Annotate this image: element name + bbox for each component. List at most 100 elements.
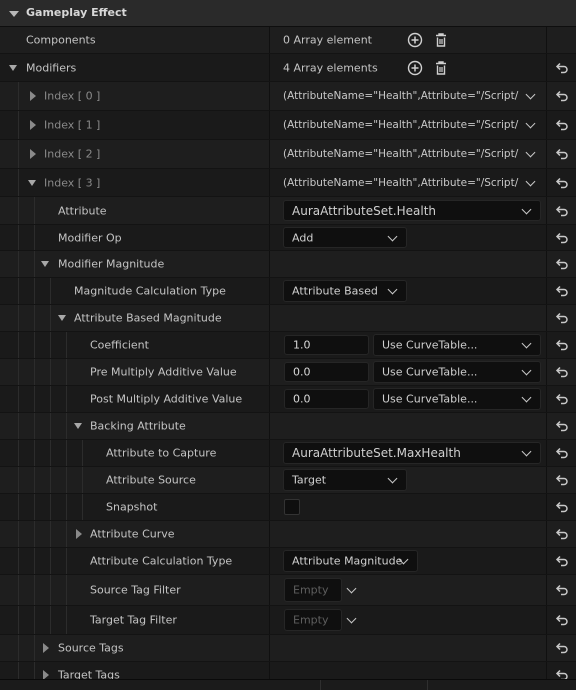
reset-to-default-icon[interactable] [555, 554, 569, 568]
attribute-calc-type-row: Attribute Calculation Type Attribute Mag… [0, 548, 576, 575]
chevron-down-icon [521, 204, 532, 214]
reset-to-default-icon[interactable] [555, 176, 569, 190]
reset-to-default-icon[interactable] [555, 583, 569, 597]
modifier-index-row: Index [ 1 ] (AttributeName="Health",Attr… [0, 111, 576, 140]
magnitude-calc-type-dropdown[interactable]: Attribute Based [283, 280, 407, 302]
coefficient-label: Coefficient [90, 338, 149, 352]
chevron-down-icon [521, 392, 532, 403]
reset-to-default-icon[interactable] [555, 473, 569, 487]
chevron-down-icon [521, 365, 532, 376]
expand-arrow-icon[interactable] [30, 91, 36, 101]
index-label: Index [ 3 ] [44, 176, 101, 189]
attribute-dropdown[interactable]: AuraAttributeSet.Health [283, 200, 541, 221]
index-value-text: (AttributeName="Health",Attribute="/Scri… [283, 148, 519, 160]
add-element-icon[interactable] [407, 60, 423, 76]
reset-to-default-icon[interactable] [555, 257, 569, 271]
reset-to-default-icon[interactable] [555, 61, 569, 75]
attribute-to-capture-dropdown[interactable]: AuraAttributeSet.MaxHealth [283, 442, 541, 464]
snapshot-label: Snapshot [106, 500, 158, 514]
expand-arrow-icon[interactable] [76, 529, 82, 539]
index-value-dropdown[interactable]: (AttributeName="Health",Attribute="/Scri… [271, 140, 546, 168]
chevron-down-icon[interactable] [346, 613, 357, 624]
reset-to-default-icon[interactable] [555, 419, 569, 433]
snapshot-checkbox[interactable] [284, 499, 300, 515]
delete-all-icon[interactable] [433, 32, 449, 48]
add-element-icon[interactable] [407, 32, 423, 48]
expand-arrow-icon[interactable] [9, 64, 17, 71]
modifiers-count: 4 Array elements [283, 61, 378, 74]
details-panel: Gameplay Effect Components 0 Array eleme… [0, 0, 576, 690]
components-label: Components [26, 33, 96, 47]
modifier-op-dropdown[interactable]: Add [283, 227, 407, 248]
expand-arrow-icon[interactable] [30, 120, 36, 130]
snapshot-row: Snapshot [0, 494, 576, 521]
chevron-down-icon [387, 284, 398, 295]
attribute-source-row: Attribute Source Target [0, 467, 576, 494]
index-value-dropdown[interactable]: (AttributeName="Health",Attribute="/Scri… [271, 111, 546, 139]
reset-to-default-icon[interactable] [555, 641, 569, 655]
chevron-down-icon[interactable] [346, 583, 357, 594]
modifiers-row: Modifiers 4 Array elements [0, 54, 576, 82]
expand-arrow-icon[interactable] [41, 261, 49, 267]
collapse-arrow-icon[interactable] [9, 11, 19, 17]
attribute-curve-row: Attribute Curve [0, 521, 576, 548]
reset-to-default-icon[interactable] [555, 500, 569, 514]
source-tag-filter-box[interactable]: Empty [284, 578, 342, 602]
attribute-calc-type-dropdown[interactable]: Attribute Magnitude [283, 550, 418, 572]
index-value-dropdown[interactable]: (AttributeName="Health",Attribute="/Scri… [271, 169, 546, 196]
chevron-down-icon [387, 473, 398, 484]
reset-to-default-icon[interactable] [555, 338, 569, 352]
modifier-magnitude-label: Modifier Magnitude [58, 257, 165, 271]
index-value-dropdown[interactable]: (AttributeName="Health",Attribute="/Scri… [271, 82, 546, 110]
reset-to-default-icon[interactable] [555, 204, 569, 218]
post-multiply-input[interactable]: 0.0 [284, 389, 369, 409]
coefficient-input[interactable]: 1.0 [284, 335, 369, 355]
expand-arrow-icon[interactable] [28, 179, 36, 186]
reset-to-default-icon[interactable] [555, 527, 569, 541]
reset-to-default-icon[interactable] [555, 231, 569, 245]
reset-to-default-icon[interactable] [555, 613, 569, 627]
chevron-down-icon[interactable] [525, 118, 536, 129]
modifier-index-row: Index [ 2 ] (AttributeName="Health",Attr… [0, 140, 576, 169]
reset-to-default-icon[interactable] [555, 118, 569, 132]
bottom-toolbar [0, 679, 576, 690]
reset-to-default-icon[interactable] [555, 392, 569, 406]
chevron-down-icon[interactable] [525, 89, 536, 100]
expand-arrow-icon[interactable] [30, 149, 36, 159]
delete-all-icon[interactable] [433, 60, 449, 76]
expand-arrow-icon[interactable] [43, 643, 49, 653]
reset-to-default-icon[interactable] [555, 446, 569, 460]
magnitude-calc-type-row: Magnitude Calculation Type Attribute Bas… [0, 278, 576, 305]
pre-multiply-curve-dropdown[interactable]: Use CurveTable... [373, 361, 541, 383]
attribute-source-dropdown[interactable]: Target [283, 469, 407, 491]
pre-multiply-input[interactable]: 0.0 [284, 362, 369, 382]
target-tag-filter-box[interactable]: Empty [284, 609, 342, 631]
pre-multiply-row: Pre Multiply Additive Value 0.0 Use Curv… [0, 359, 576, 386]
modifier-index-row: Index [ 0 ] (AttributeName="Health",Attr… [0, 82, 576, 111]
expand-arrow-icon[interactable] [74, 423, 82, 429]
expand-arrow-icon[interactable] [58, 315, 66, 321]
reset-to-default-icon[interactable] [555, 365, 569, 379]
chevron-down-icon[interactable] [525, 147, 536, 158]
modifier-op-label: Modifier Op [58, 231, 122, 244]
chevron-down-icon[interactable] [525, 176, 536, 186]
attribute-based-magnitude-row: Attribute Based Magnitude [0, 305, 576, 332]
reset-to-default-icon[interactable] [555, 311, 569, 325]
index-value-text: (AttributeName="Health",Attribute="/Scri… [283, 176, 519, 189]
modifiers-label: Modifiers [26, 61, 77, 74]
reset-to-default-icon[interactable] [555, 147, 569, 161]
coefficient-curve-dropdown[interactable]: Use CurveTable... [373, 334, 541, 356]
index-label: Index [ 2 ] [44, 147, 101, 161]
modifier-index-row: Index [ 3 ] (AttributeName="Health",Attr… [0, 169, 576, 197]
reset-to-default-icon[interactable] [555, 89, 569, 103]
attribute-based-magnitude-label: Attribute Based Magnitude [74, 311, 222, 325]
attribute-calc-type-label: Attribute Calculation Type [90, 554, 233, 568]
post-multiply-curve-dropdown[interactable]: Use CurveTable... [373, 388, 541, 410]
attribute-to-capture-label: Attribute to Capture [106, 446, 217, 460]
target-tag-filter-label: Target Tag Filter [90, 613, 177, 627]
target-tag-filter-row: Target Tag Filter Empty [0, 606, 576, 635]
attribute-curve-label: Attribute Curve [90, 527, 175, 541]
gameplay-effect-section-header[interactable]: Gameplay Effect [0, 0, 576, 27]
modifier-op-row: Modifier Op Add [0, 225, 576, 251]
reset-to-default-icon[interactable] [555, 284, 569, 298]
